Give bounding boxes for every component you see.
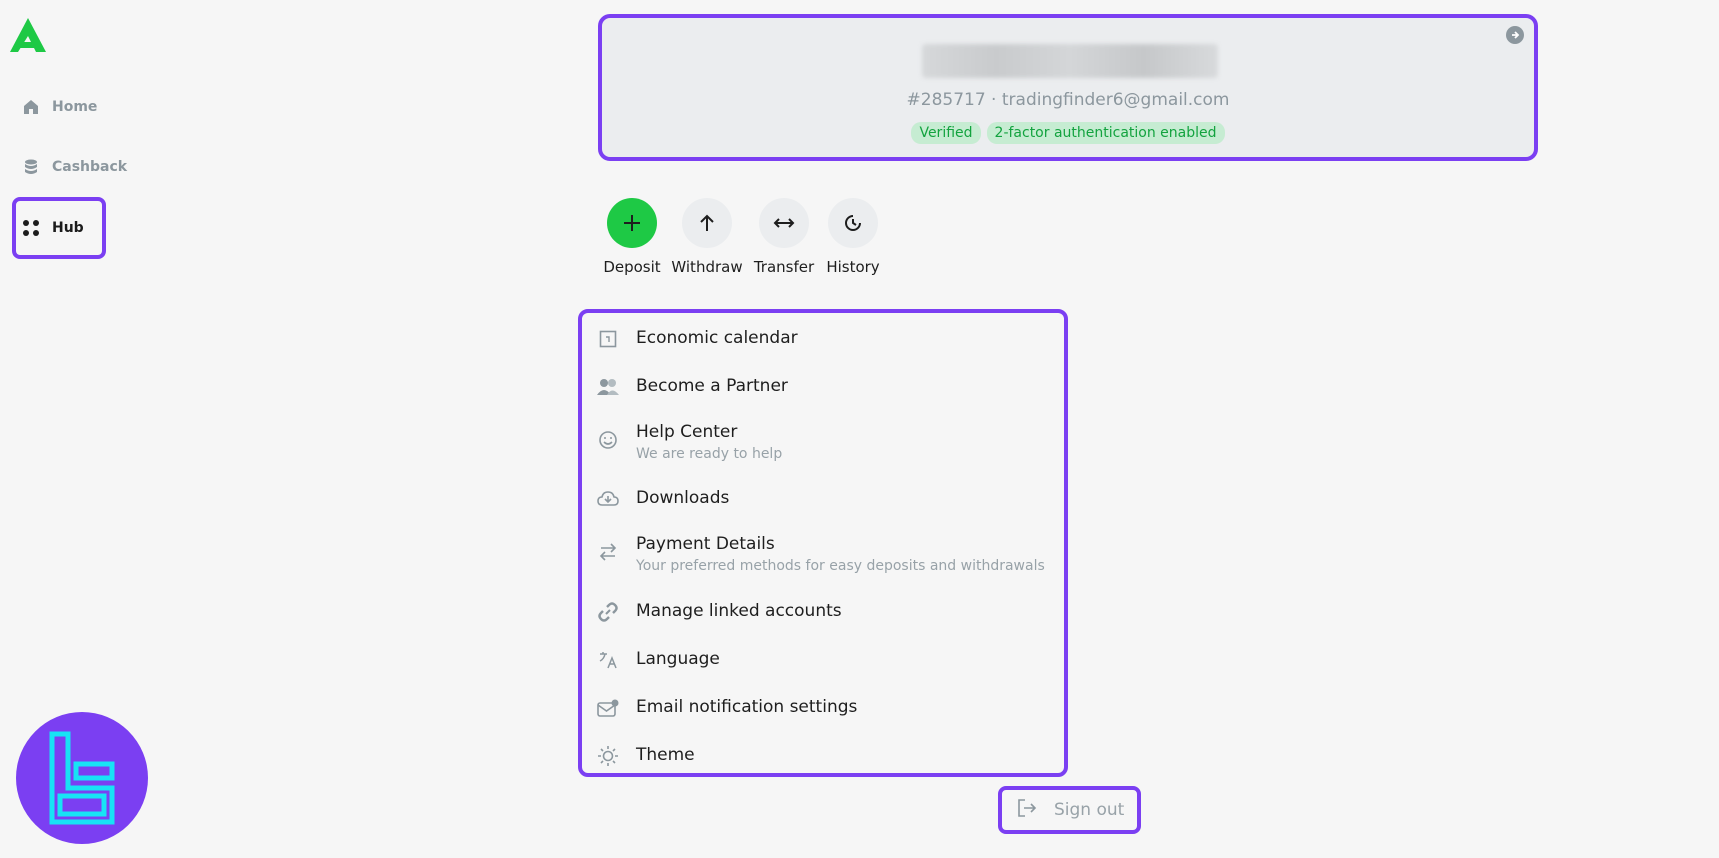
arrow-right-icon[interactable] [1506, 26, 1524, 44]
sidebar-item-label: Cashback [52, 159, 128, 175]
arrows-horizontal-icon [759, 198, 809, 248]
menu-item-label: Downloads [636, 488, 730, 508]
menu-item-label: Email notification settings [636, 697, 858, 717]
menu-item-become-partner[interactable]: Become a Partner [596, 376, 788, 399]
profile-card: #285717 · tradingfinder6@gmail.com Verif… [598, 14, 1538, 161]
action-label: Deposit [603, 258, 661, 276]
users-icon [596, 375, 620, 399]
history-button[interactable]: History [808, 198, 898, 276]
menu-item-theme[interactable]: Theme [596, 745, 695, 768]
plus-icon [607, 198, 657, 248]
calendar-icon [596, 327, 620, 351]
action-label: Transfer [753, 258, 815, 276]
sidebar-item-home[interactable]: Home [14, 80, 104, 134]
link-icon [596, 600, 620, 624]
sidebar-item-cashback[interactable]: Cashback [14, 140, 127, 194]
menu-item-economic-calendar[interactable]: Economic calendar [596, 328, 798, 351]
swap-icon [596, 540, 620, 564]
app-logo[interactable] [8, 16, 48, 54]
logout-icon [1016, 797, 1038, 824]
menu-item-email-notifications[interactable]: Email notification settings [596, 697, 857, 720]
watermark-logo [16, 712, 148, 844]
action-label: Withdraw [671, 258, 743, 276]
sign-out-label: Sign out [1054, 800, 1125, 820]
sidebar-item-hub[interactable]: Hub [12, 197, 106, 259]
user-id-email: #285717 · tradingfinder6@gmail.com [906, 90, 1230, 110]
menu-item-label: Theme [636, 745, 695, 765]
menu-item-label: Payment Details [636, 534, 775, 554]
menu-item-help-center[interactable]: Help Center We are ready to help [596, 422, 782, 462]
menu-item-label: Help Center [636, 422, 738, 442]
menu-item-label: Become a Partner [636, 376, 788, 396]
user-name-redacted [922, 44, 1218, 78]
verified-badge: Verified [911, 122, 981, 144]
menu-item-manage-linked-accounts[interactable]: Manage linked accounts [596, 601, 842, 624]
grid-dots-icon [22, 219, 40, 237]
home-icon [22, 98, 40, 116]
mail-icon [596, 696, 620, 720]
sidebar-item-label: Home [52, 99, 98, 115]
database-icon [22, 158, 40, 176]
menu-item-label: Manage linked accounts [636, 601, 842, 621]
clock-icon [828, 198, 878, 248]
sidebar-item-label: Hub [52, 220, 84, 236]
two-factor-badge: 2-factor authentication enabled [986, 122, 1225, 144]
cloud-download-icon [596, 487, 620, 511]
menu-item-label: Economic calendar [636, 328, 798, 348]
menu-item-payment-details[interactable]: Payment Details Your preferred methods f… [596, 534, 1045, 574]
menu-item-label: Language [636, 649, 720, 669]
arrow-up-icon [682, 198, 732, 248]
smile-icon [596, 428, 620, 452]
menu-item-language[interactable]: Language [596, 649, 720, 672]
menu-item-subtitle: We are ready to help [636, 446, 783, 462]
menu-item-subtitle: Your preferred methods for easy deposits… [636, 558, 1045, 574]
sign-out-button[interactable]: Sign out [998, 786, 1141, 834]
hub-menu: Economic calendar Become a Partner Help … [578, 309, 1068, 777]
menu-item-downloads[interactable]: Downloads [596, 488, 729, 511]
translate-icon [596, 648, 620, 672]
action-label: History [826, 258, 880, 276]
sun-icon [596, 744, 620, 768]
